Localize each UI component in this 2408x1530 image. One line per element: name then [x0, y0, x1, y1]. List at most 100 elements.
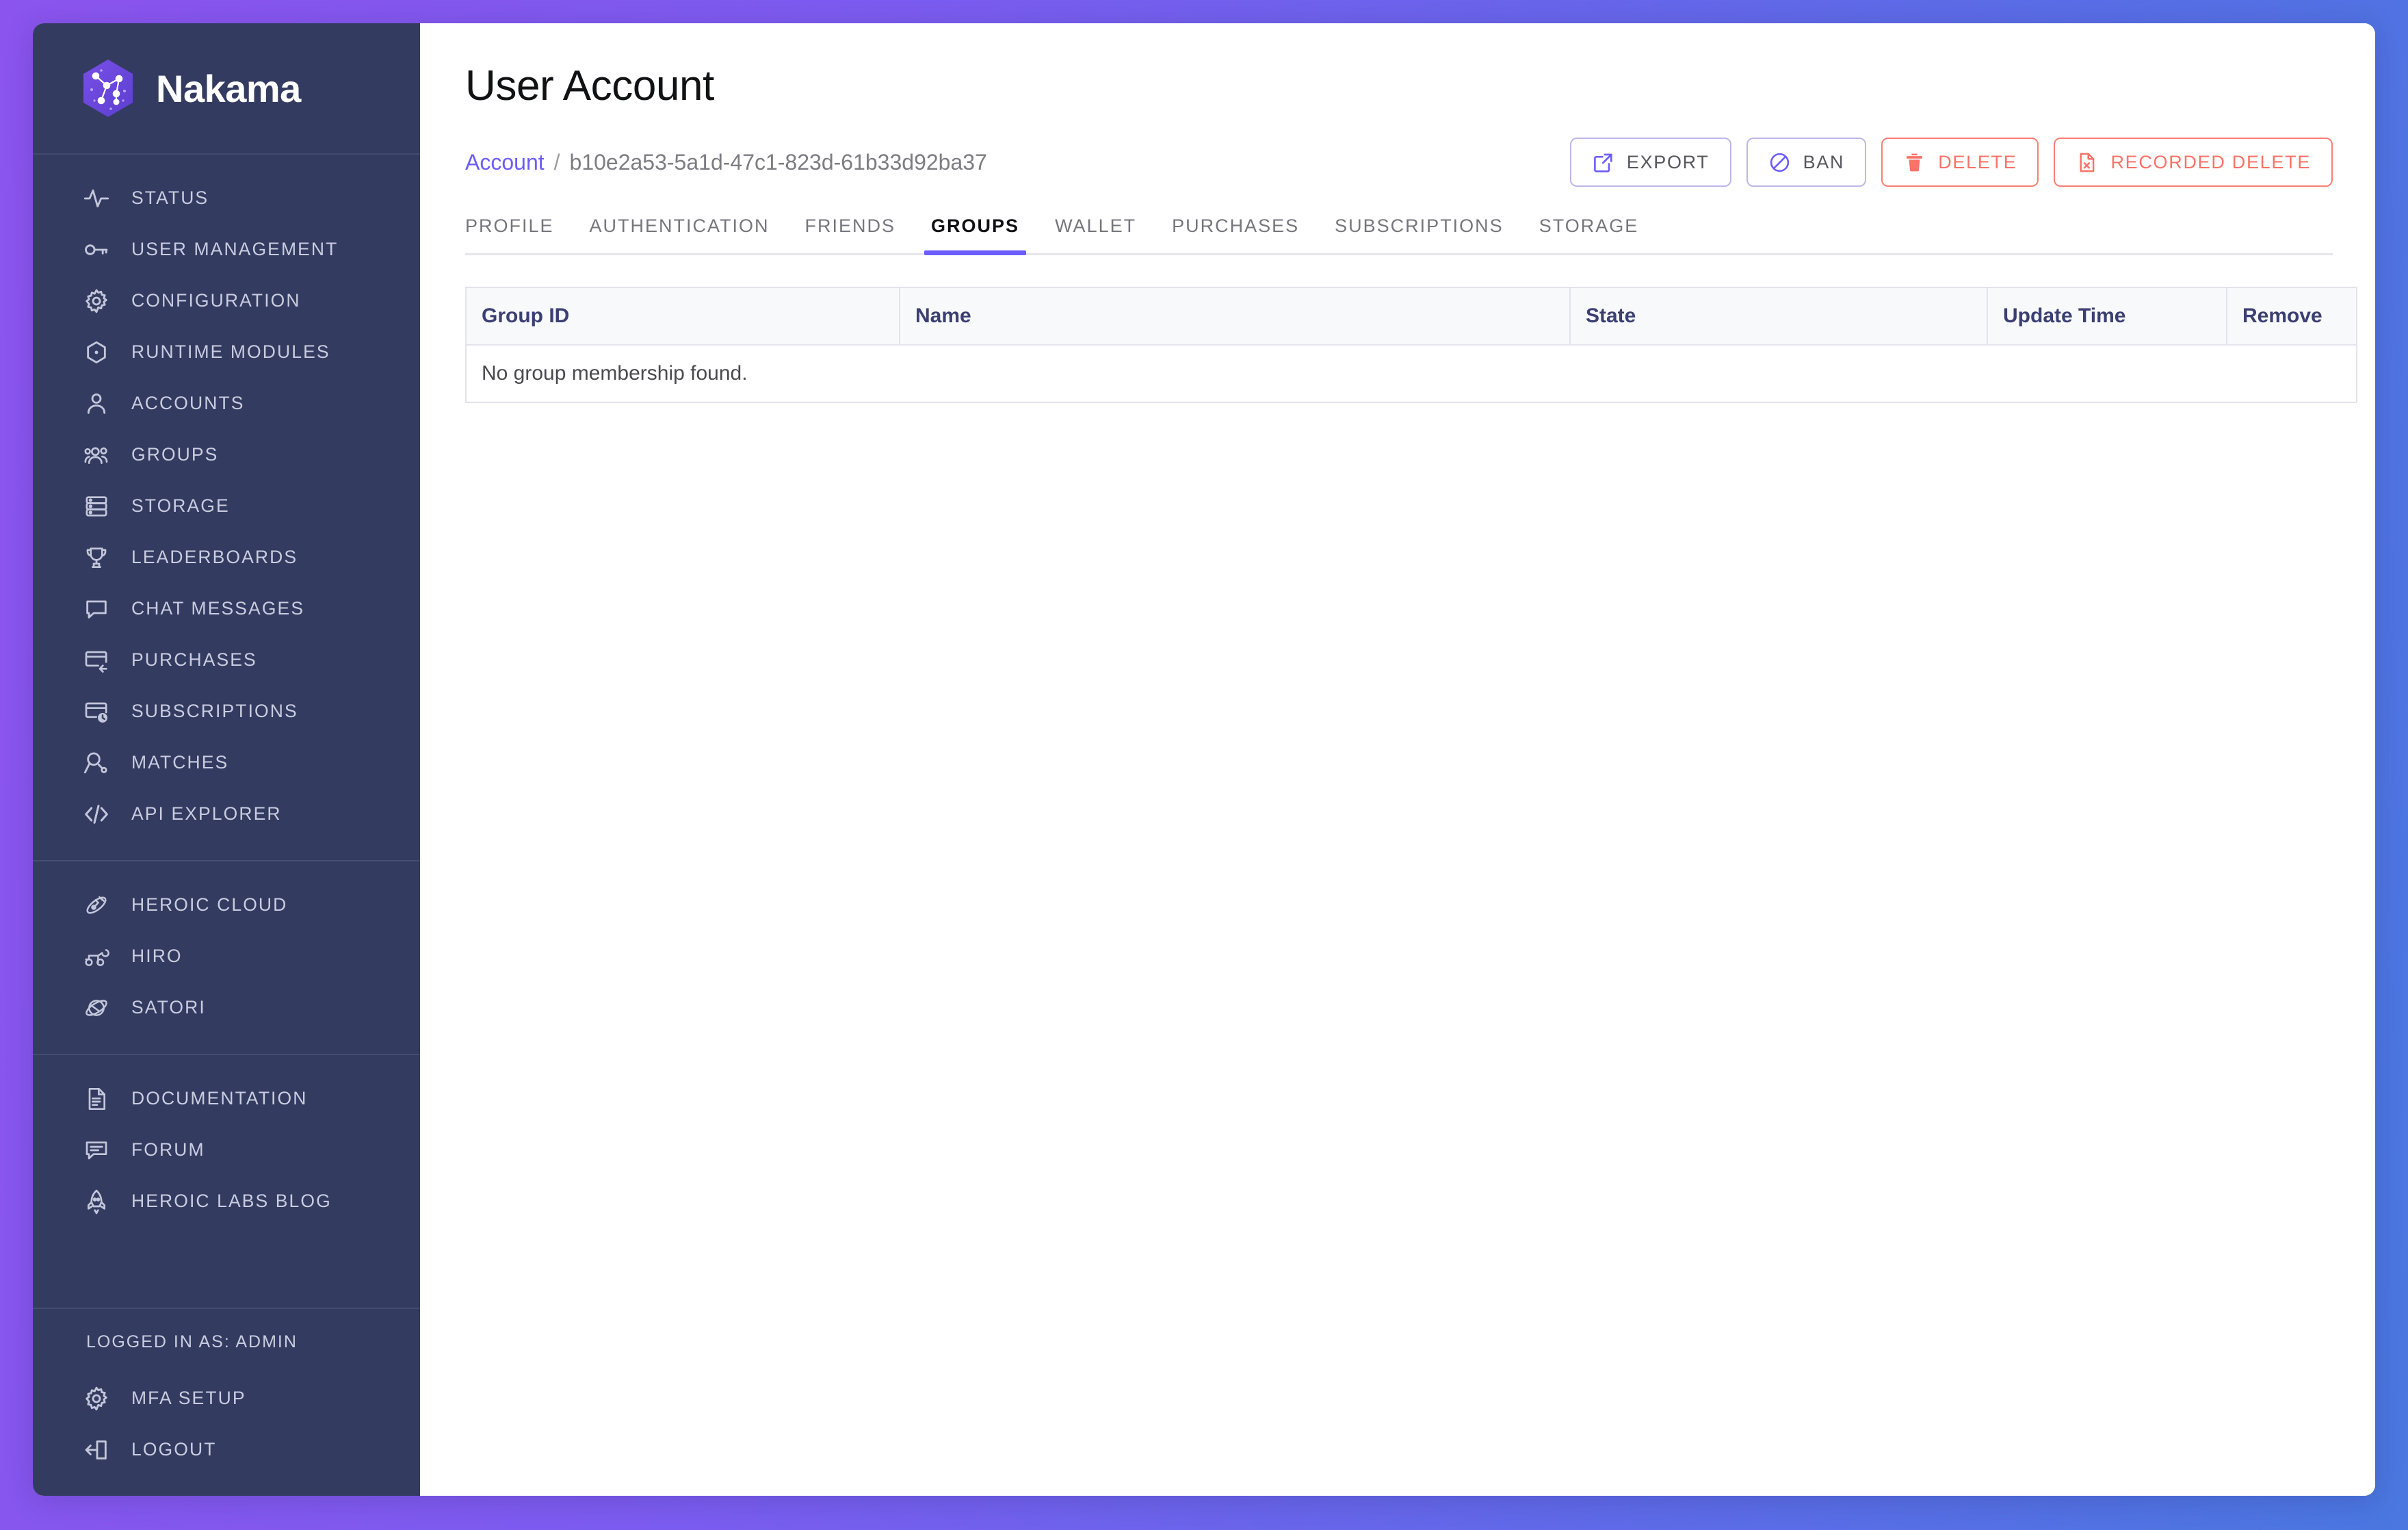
sidebar-nav-products: HEROIC CLOUD HIRO SATORI	[33, 861, 420, 1055]
gear-icon	[82, 1384, 111, 1413]
sidebar-item-label: MATCHES	[131, 752, 229, 773]
person-icon	[82, 389, 111, 418]
breadcrumb-separator: /	[553, 149, 560, 174]
page-title: User Account	[465, 62, 714, 109]
speech-bubble-icon	[82, 595, 111, 623]
sidebar-item-label: GROUPS	[131, 444, 219, 465]
sidebar-item-label: ACCOUNTS	[131, 393, 245, 413]
gear-icon	[82, 287, 111, 315]
tab-storage[interactable]: STORAGE	[1521, 209, 1657, 253]
sidebar-item-satori[interactable]: SATORI	[33, 982, 420, 1033]
tab-wallet[interactable]: WALLET	[1037, 209, 1154, 253]
column-header-remove: Remove	[2226, 287, 2357, 346]
sidebar-item-label: HEROIC LABS BLOG	[131, 1191, 332, 1211]
table-empty-row: No group membership found.	[465, 345, 2357, 403]
sidebar-item-label: STATUS	[131, 187, 209, 208]
credit-card-arrow-icon	[82, 646, 111, 675]
sidebar-item-status[interactable]: STATUS	[33, 172, 420, 224]
column-header-update-time: Update Time	[1987, 287, 2227, 346]
sidebar-item-heroic-labs-blog[interactable]: HEROIC LABS BLOG	[33, 1176, 420, 1227]
sidebar-item-api-explorer[interactable]: API EXPLORER	[33, 788, 420, 840]
circle-slash-icon	[1768, 151, 1791, 174]
sidebar-item-hiro[interactable]: HIRO	[33, 931, 420, 982]
tab-friends[interactable]: FRIENDS	[787, 209, 914, 253]
sidebar-nav-resources: DOCUMENTATION FORUM HEROIC LABS BLOG	[33, 1055, 420, 1247]
sidebar-item-documentation[interactable]: DOCUMENTATION	[33, 1073, 420, 1124]
sidebar-item-chat-messages[interactable]: CHAT MESSAGES	[33, 583, 420, 634]
sidebar-item-runtime-modules[interactable]: RUNTIME MODULES	[33, 326, 420, 378]
brand-header[interactable]: Nakama	[33, 23, 420, 155]
tab-subscriptions[interactable]: SUBSCRIPTIONS	[1317, 209, 1521, 253]
sidebar-item-label: HIRO	[131, 946, 183, 966]
sidebar-item-purchases[interactable]: PURCHASES	[33, 634, 420, 686]
sidebar-item-user-management[interactable]: USER MANAGEMENT	[33, 224, 420, 275]
groups-table-head: Group ID Name State Update Time Remove	[465, 287, 2357, 346]
external-link-icon	[1592, 151, 1614, 174]
tab-groups[interactable]: GROUPS	[913, 209, 1037, 255]
app-window: Nakama STATUS USER MANAGEMENT CONFIGURAT…	[33, 23, 2375, 1496]
sidebar-item-label: CONFIGURATION	[131, 290, 301, 311]
recorded-delete-button-label: RECORDED DELETE	[2110, 151, 2311, 172]
sidebar-item-subscriptions[interactable]: SUBSCRIPTIONS	[33, 686, 420, 737]
comment-icon	[82, 1136, 111, 1165]
groups-table-body: No group membership found.	[465, 345, 2357, 403]
table-header-row: Group ID Name State Update Time Remove	[465, 287, 2357, 346]
delete-button[interactable]: DELETE	[1881, 138, 2039, 187]
ban-button[interactable]: BAN	[1746, 138, 1867, 187]
delete-button-label: DELETE	[1938, 151, 2017, 172]
breadcrumb-account-link[interactable]: Account	[465, 150, 545, 175]
sidebar-item-logout[interactable]: LOGOUT	[33, 1424, 420, 1475]
sidebar-item-label: FORUM	[131, 1139, 205, 1160]
subheader-row: Account / b10e2a53-5a1d-47c1-823d-61b33d…	[465, 135, 2333, 190]
sidebar-item-label: HEROIC CLOUD	[131, 894, 288, 915]
database-stack-icon	[82, 492, 111, 521]
trophy-icon	[82, 543, 111, 572]
logout-arrow-icon	[82, 1436, 111, 1464]
sidebar-item-accounts[interactable]: ACCOUNTS	[33, 378, 420, 429]
rocket-icon	[82, 1187, 111, 1216]
sidebar-footer: LOGGED IN AS: ADMIN MFA SETUP LOGOUT	[33, 1308, 420, 1496]
column-header-state: State	[1569, 287, 1988, 346]
sidebar-item-label: RUNTIME MODULES	[131, 341, 330, 362]
code-brackets-icon	[82, 800, 111, 829]
file-x-icon	[2076, 151, 2098, 174]
column-header-group-id: Group ID	[465, 287, 900, 346]
nakama-hexagon-constellation-icon	[81, 58, 135, 118]
sidebar-item-label: PURCHASES	[131, 649, 257, 670]
sidebar-item-configuration[interactable]: CONFIGURATION	[33, 275, 420, 326]
empty-state-message: No group membership found.	[465, 345, 2357, 403]
tab-purchases[interactable]: PURCHASES	[1154, 209, 1317, 253]
header-actions: EXPORT BAN DELETE RECORDED DELETE	[1569, 138, 2333, 187]
satellite-icon	[82, 891, 111, 920]
sidebar-item-label: SUBSCRIPTIONS	[131, 701, 298, 721]
activity-pulse-icon	[82, 184, 111, 213]
tab-authentication[interactable]: AUTHENTICATION	[572, 209, 787, 253]
sidebar-item-forum[interactable]: FORUM	[33, 1124, 420, 1176]
sidebar-item-label: USER MANAGEMENT	[131, 239, 339, 259]
person-search-icon	[82, 749, 111, 777]
export-button[interactable]: EXPORT	[1569, 138, 1731, 187]
hexagon-dot-icon	[82, 338, 111, 367]
sidebar-item-mfa-setup[interactable]: MFA SETUP	[33, 1373, 420, 1424]
brand-name: Nakama	[156, 66, 301, 110]
sidebar-item-label: SATORI	[131, 997, 206, 1017]
sidebar-nav-primary: STATUS USER MANAGEMENT CONFIGURATION RUN…	[33, 155, 420, 861]
groups-table: Group ID Name State Update Time Remove N…	[465, 287, 2357, 403]
trash-icon	[1903, 151, 1926, 174]
sidebar: Nakama STATUS USER MANAGEMENT CONFIGURAT…	[33, 23, 420, 1496]
sidebar-item-matches[interactable]: MATCHES	[33, 737, 420, 788]
tab-profile[interactable]: PROFILE	[465, 209, 572, 253]
key-icon	[82, 235, 111, 264]
sidebar-item-label: CHAT MESSAGES	[131, 598, 305, 619]
sidebar-item-label: LEADERBOARDS	[131, 547, 298, 567]
sidebar-item-label: DOCUMENTATION	[131, 1088, 308, 1108]
recorded-delete-button[interactable]: RECORDED DELETE	[2054, 138, 2333, 187]
sidebar-item-leaderboards[interactable]: LEADERBOARDS	[33, 532, 420, 583]
sidebar-item-storage[interactable]: STORAGE	[33, 480, 420, 532]
rover-icon	[82, 942, 111, 971]
logged-in-as-label: LOGGED IN AS: ADMIN	[86, 1332, 298, 1351]
sidebar-item-groups[interactable]: GROUPS	[33, 429, 420, 480]
sidebar-item-heroic-cloud[interactable]: HEROIC CLOUD	[33, 879, 420, 931]
sidebar-item-label: STORAGE	[131, 495, 230, 516]
column-header-name: Name	[899, 287, 1571, 346]
